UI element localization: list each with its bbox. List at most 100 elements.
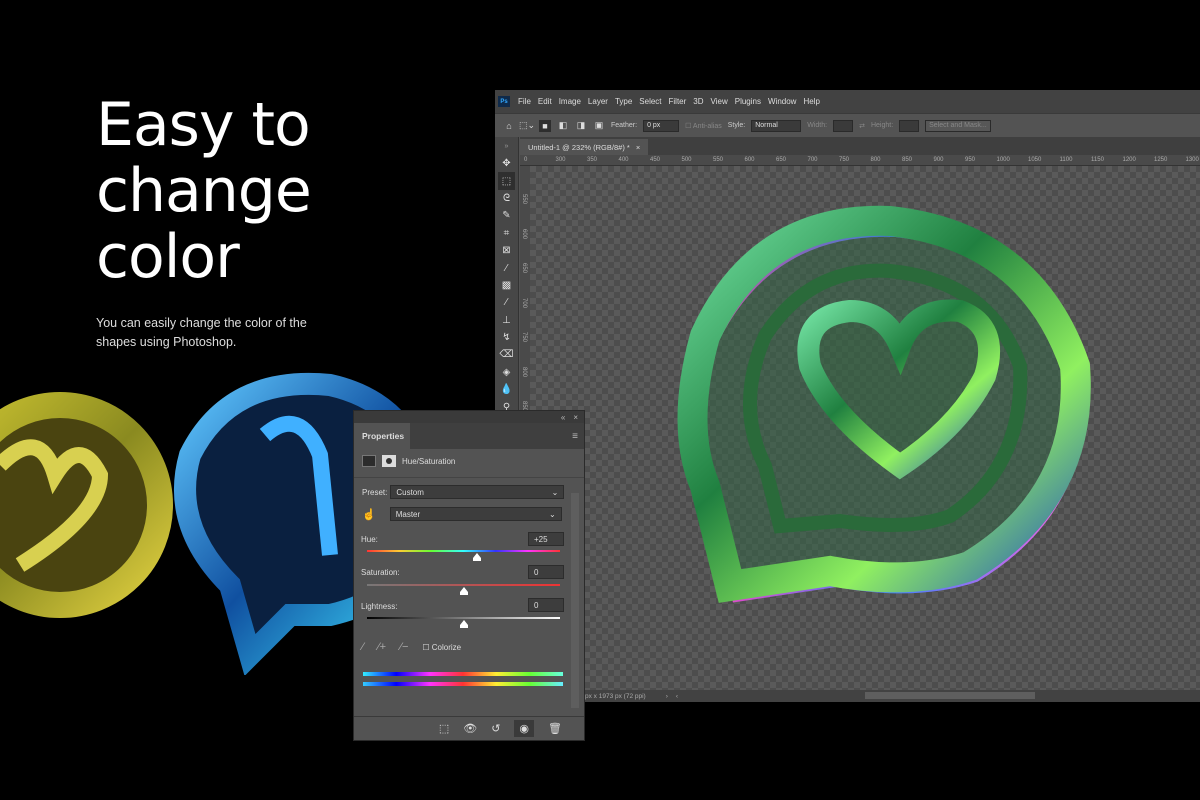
ruler-tick-label: 800 xyxy=(521,366,527,377)
menu-edit[interactable]: Edit xyxy=(538,97,552,106)
stamp-tool-icon[interactable]: ⊥ xyxy=(495,312,518,329)
expand-icon[interactable]: » xyxy=(495,137,518,155)
panel-scrollbar[interactable] xyxy=(571,493,579,708)
marquee-tool-icon[interactable]: ⬚ xyxy=(498,172,515,190)
hue-slider-track[interactable] xyxy=(367,550,560,552)
height-input[interactable] xyxy=(899,119,920,132)
lightness-input[interactable]: 0 xyxy=(528,598,564,612)
document-tab[interactable]: Untitled-1 @ 232% (RGB/8#) * × xyxy=(520,138,649,157)
saturation-input[interactable]: 0 xyxy=(528,565,564,579)
ruler-tick-label: 950 xyxy=(965,157,976,163)
menu-3d[interactable]: 3D xyxy=(693,97,703,106)
adjustment-icon[interactable] xyxy=(362,455,376,467)
swap-icon[interactable]: ⇄ xyxy=(859,122,865,130)
menu-plugins[interactable]: Plugins xyxy=(735,97,761,106)
crop-tool-icon[interactable]: ⌗ xyxy=(495,225,518,242)
width-input[interactable] xyxy=(833,119,854,132)
scroll-left-icon[interactable]: ‹ xyxy=(676,693,678,700)
ruler-tick-label: 550 xyxy=(521,194,527,205)
lightness-slider-track[interactable] xyxy=(367,617,560,619)
eyedropper-add-icon[interactable]: ⁄+ xyxy=(378,641,386,653)
height-label: Height: xyxy=(870,122,894,129)
menu-help[interactable]: Help xyxy=(803,97,819,106)
anti-alias-label: Anti-alias xyxy=(692,122,722,130)
saturation-slider-thumb[interactable] xyxy=(459,587,468,595)
ruler-tick-label: 0 xyxy=(524,157,528,163)
ruler-tick-label: 1300 xyxy=(1185,157,1199,163)
colorize-label: Colorize xyxy=(431,642,462,652)
eraser-tool-icon[interactable]: ⌫ xyxy=(495,346,518,363)
new-selection-icon[interactable]: ■ xyxy=(539,119,551,132)
ruler-tick-label: 400 xyxy=(618,157,629,163)
menu-window[interactable]: Window xyxy=(768,97,796,106)
ruler-tick-label: 900 xyxy=(933,157,944,163)
menu-view[interactable]: View xyxy=(711,97,728,106)
chevron-down-icon: ⌄ xyxy=(551,487,559,497)
eyedropper-tool-icon[interactable]: ⁄ xyxy=(495,259,518,276)
panel-menu-icon[interactable]: ≡ xyxy=(572,431,578,442)
eyedropper-subtract-icon[interactable]: ⁄− xyxy=(400,641,408,653)
home-icon[interactable]: ⌂ xyxy=(503,120,515,132)
close-icon[interactable]: × xyxy=(636,143,640,152)
paint-bucket-tool-icon[interactable]: ◈ xyxy=(495,364,518,381)
lightness-label: Lightness: xyxy=(361,602,398,611)
ruler-tick-label: 300 xyxy=(555,157,566,163)
menu-filter[interactable]: Filter xyxy=(669,97,687,106)
menu-image[interactable]: Image xyxy=(559,97,581,106)
ruler-tick-label: 1150 xyxy=(1091,157,1104,163)
horizontal-scrollbar[interactable] xyxy=(865,692,1035,699)
feather-input[interactable]: 0 px xyxy=(643,119,680,132)
lightness-slider-thumb[interactable] xyxy=(459,620,468,628)
subtract-selection-icon[interactable]: ◨ xyxy=(575,120,587,132)
document-size-status: px x 1973 px (72 ppi) xyxy=(585,692,646,700)
hue-input[interactable]: +25 xyxy=(528,532,564,546)
collapse-panel-icon[interactable]: « xyxy=(561,413,565,422)
ruler-tick-label: 700 xyxy=(807,157,818,163)
blur-tool-icon[interactable]: 💧 xyxy=(495,381,518,398)
tab-properties[interactable]: Properties xyxy=(354,423,410,449)
hero-subtitle: You can easily change the color of the s… xyxy=(96,316,307,349)
close-panel-icon[interactable]: × xyxy=(573,413,578,422)
channel-select[interactable]: Master ⌄ xyxy=(389,507,562,521)
add-selection-icon[interactable]: ◧ xyxy=(557,120,569,132)
reset-icon[interactable]: ↺ xyxy=(491,722,500,735)
colorize-checkbox[interactable]: ☐ Colorize xyxy=(422,643,461,652)
chevron-down-icon: ⌄ xyxy=(549,509,556,519)
document-canvas[interactable] xyxy=(530,166,1200,690)
menu-file[interactable]: File xyxy=(518,97,531,106)
view-previous-icon[interactable]: 👁 xyxy=(463,722,477,735)
select-and-mask-button[interactable]: Select and Mask... xyxy=(925,119,992,132)
visibility-icon[interactable]: ◉ xyxy=(514,720,535,737)
heart-bubble-artwork xyxy=(677,205,1091,603)
ruler-tick-label: 500 xyxy=(681,157,692,163)
adjusted-color-bar xyxy=(363,672,563,676)
hue-slider-thumb[interactable] xyxy=(472,553,481,561)
frame-tool-icon[interactable]: ⊠ xyxy=(495,242,518,259)
preset-select[interactable]: Custom ⌄ xyxy=(390,485,565,499)
quick-selection-tool-icon[interactable]: ✎ xyxy=(495,207,518,224)
trash-icon[interactable]: 🗑 xyxy=(548,722,562,735)
saturation-slider-track[interactable] xyxy=(367,584,560,586)
marquee-preset-icon[interactable]: ⬚⌄ xyxy=(519,120,535,132)
ruler-tick-label: 750 xyxy=(839,157,850,163)
menu-type[interactable]: Type xyxy=(615,97,632,106)
clip-to-layer-icon[interactable]: ⬚ xyxy=(439,722,449,735)
style-label: Style: xyxy=(727,122,746,129)
horizontal-ruler: 0 300 350 400 450 500 550 600 650 700 750 800 850 900… xyxy=(520,155,1200,166)
style-select[interactable]: Normal xyxy=(751,119,802,132)
status-arrow-icon[interactable]: › xyxy=(666,693,668,700)
brush-tool-icon[interactable]: ∕ xyxy=(495,294,518,311)
anti-alias-checkbox[interactable]: ☐ Anti-alias xyxy=(685,122,722,130)
eyedropper-icon[interactable]: ⁄ xyxy=(362,641,364,653)
menu-select[interactable]: Select xyxy=(639,97,661,106)
intersect-selection-icon[interactable]: ▣ xyxy=(593,120,605,132)
lasso-tool-icon[interactable]: ᘓ xyxy=(495,190,518,207)
move-tool-icon[interactable]: ✥ xyxy=(495,155,518,172)
ruler-tick-label: 750 xyxy=(521,332,527,343)
mask-icon[interactable] xyxy=(382,455,396,467)
feather-label: Feather: xyxy=(611,122,638,129)
history-brush-tool-icon[interactable]: ↯ xyxy=(495,329,518,346)
healing-brush-tool-icon[interactable]: ▩ xyxy=(495,277,518,294)
targeted-adjustment-hand-icon[interactable]: ☝ xyxy=(362,508,376,521)
menu-layer[interactable]: Layer xyxy=(588,97,608,106)
